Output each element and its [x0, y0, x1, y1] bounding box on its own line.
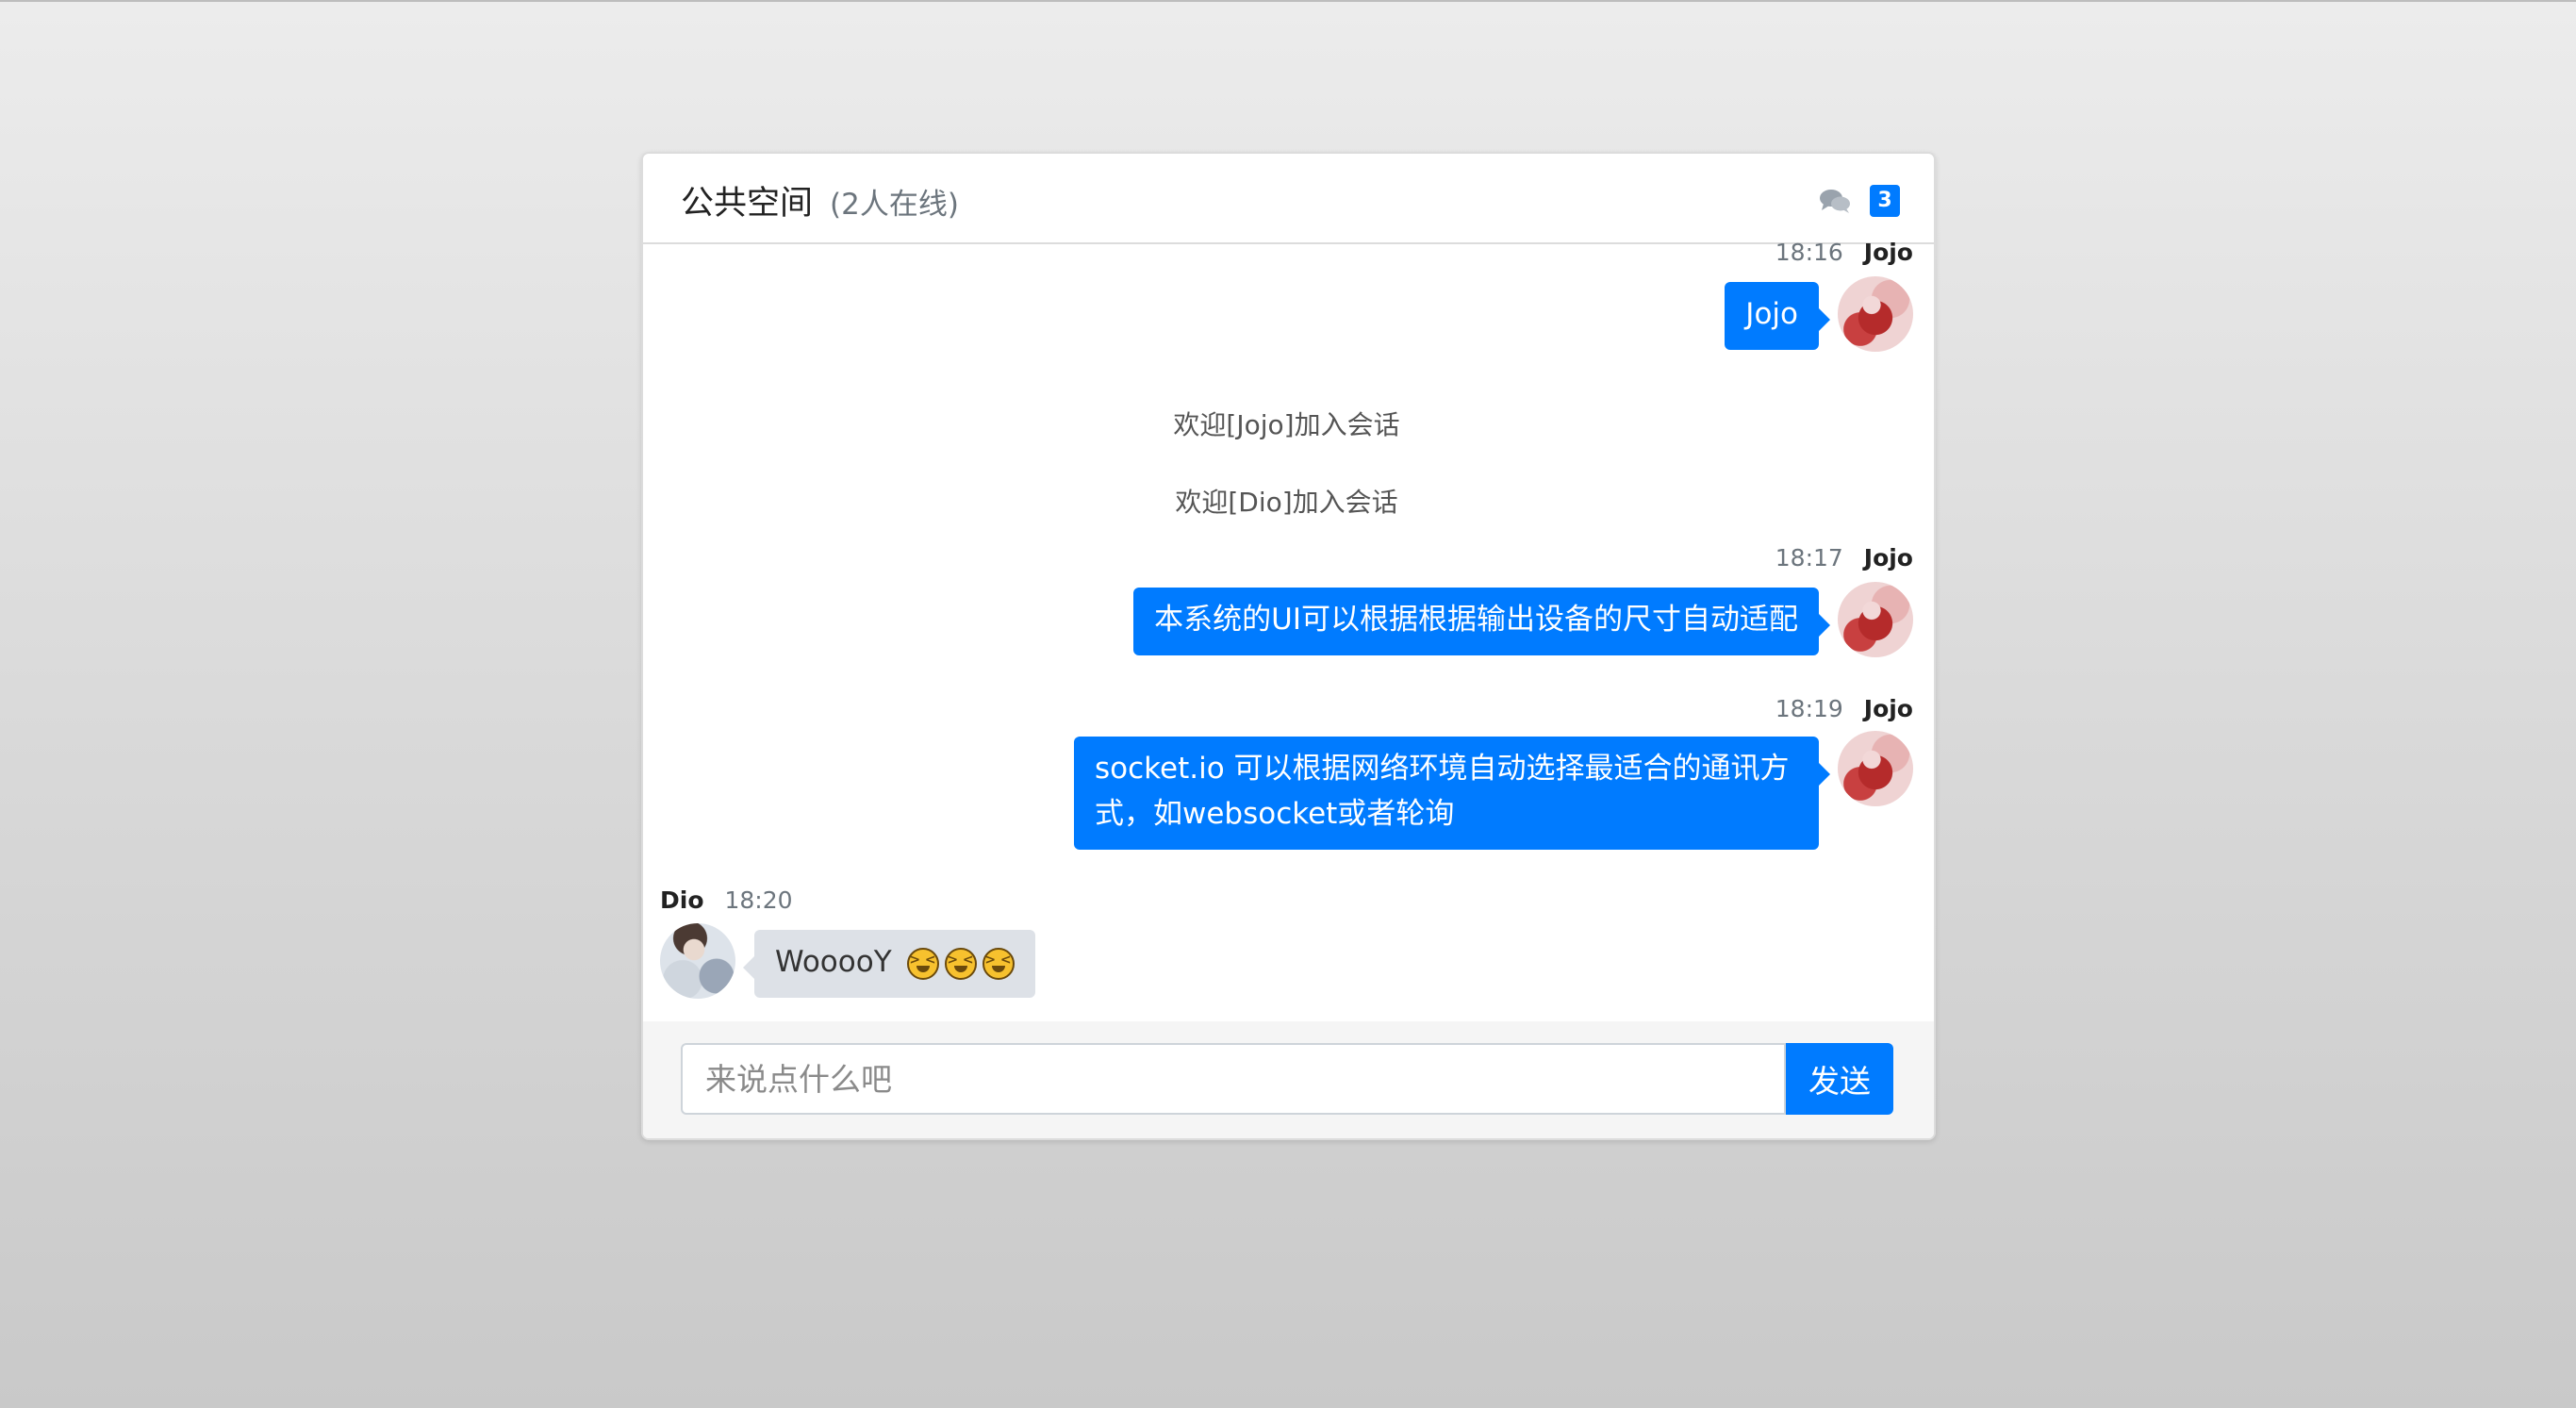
message-bubble-mine: Jojo — [1725, 282, 1830, 350]
composer: 发送 — [643, 1021, 1934, 1138]
message-time: 18:16 — [1775, 239, 1843, 266]
send-button[interactable]: 发送 — [1786, 1043, 1893, 1115]
comments-icon[interactable] — [1819, 188, 1851, 214]
top-border — [0, 0, 2576, 2]
message-count-badge: 3 — [1870, 185, 1900, 217]
chat-header: 公共空间 (2人在线) 3 — [643, 154, 1934, 244]
message-meta: 18:16 Jojo — [1775, 239, 1913, 266]
message-list[interactable] — [643, 244, 1934, 1138]
message-text: Jojo — [1745, 297, 1798, 331]
message-input[interactable] — [681, 1043, 1786, 1115]
sender-name: Jojo — [1863, 239, 1913, 266]
online-count: (2人在线) — [830, 188, 959, 222]
room-title: 公共空间 — [681, 185, 814, 223]
